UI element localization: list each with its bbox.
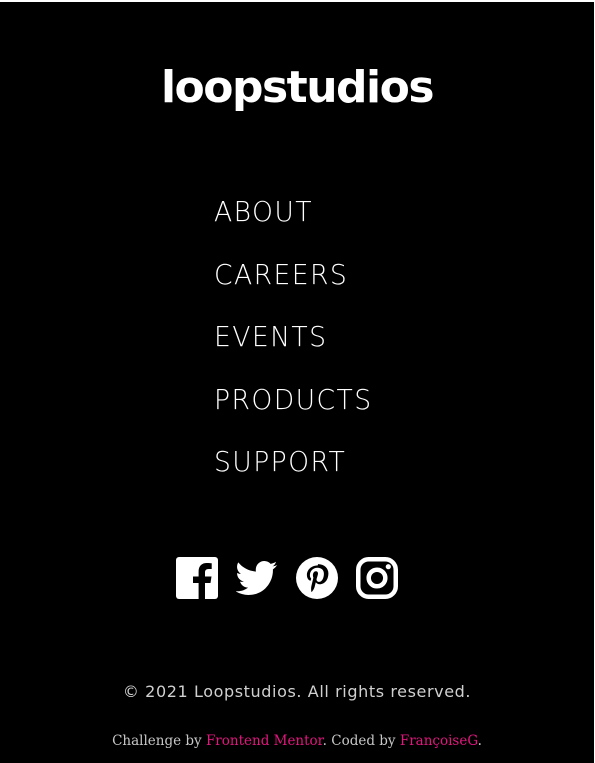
attribution-middle: . Coded by [322, 733, 400, 749]
nav-item-products: PRODUCTS [214, 380, 381, 443]
nav-item-support: SUPPORT [214, 442, 381, 505]
site-footer: loopstudios ABOUT CAREERS EVENTS PRODUCT… [0, 2, 594, 763]
nav-link-support[interactable]: SUPPORT [214, 442, 346, 482]
nav-item-about: ABOUT [214, 192, 381, 255]
pinterest-icon [296, 557, 338, 599]
nav-link-products[interactable]: PRODUCTS [214, 380, 373, 420]
facebook-link[interactable] [176, 557, 218, 599]
nav-link-events[interactable]: EVENTS [214, 317, 327, 357]
twitter-link[interactable] [235, 557, 278, 599]
footer-nav: ABOUT CAREERS EVENTS PRODUCTS SUPPORT [214, 192, 381, 505]
twitter-icon [235, 561, 278, 595]
brand-logo[interactable]: loopstudios [0, 60, 594, 116]
pinterest-link[interactable] [296, 557, 338, 599]
author-link[interactable]: FrançoiseG [400, 733, 478, 749]
attribution-prefix: Challenge by [112, 733, 206, 749]
attribution-suffix: . [477, 733, 482, 749]
facebook-icon [176, 557, 218, 599]
copyright-text: © 2021 Loopstudios. All rights reserved. [122, 682, 472, 701]
nav-item-careers: CAREERS [214, 255, 381, 318]
instagram-icon [356, 557, 398, 599]
nav-link-about[interactable]: ABOUT [214, 192, 313, 232]
frontend-mentor-link[interactable]: Frontend Mentor [206, 733, 323, 749]
social-links [176, 554, 398, 602]
instagram-link[interactable] [356, 557, 398, 599]
nav-link-careers[interactable]: CAREERS [214, 255, 348, 295]
nav-item-events: EVENTS [214, 317, 381, 380]
attribution: Challenge by Frontend Mentor. Coded by F… [0, 731, 594, 751]
